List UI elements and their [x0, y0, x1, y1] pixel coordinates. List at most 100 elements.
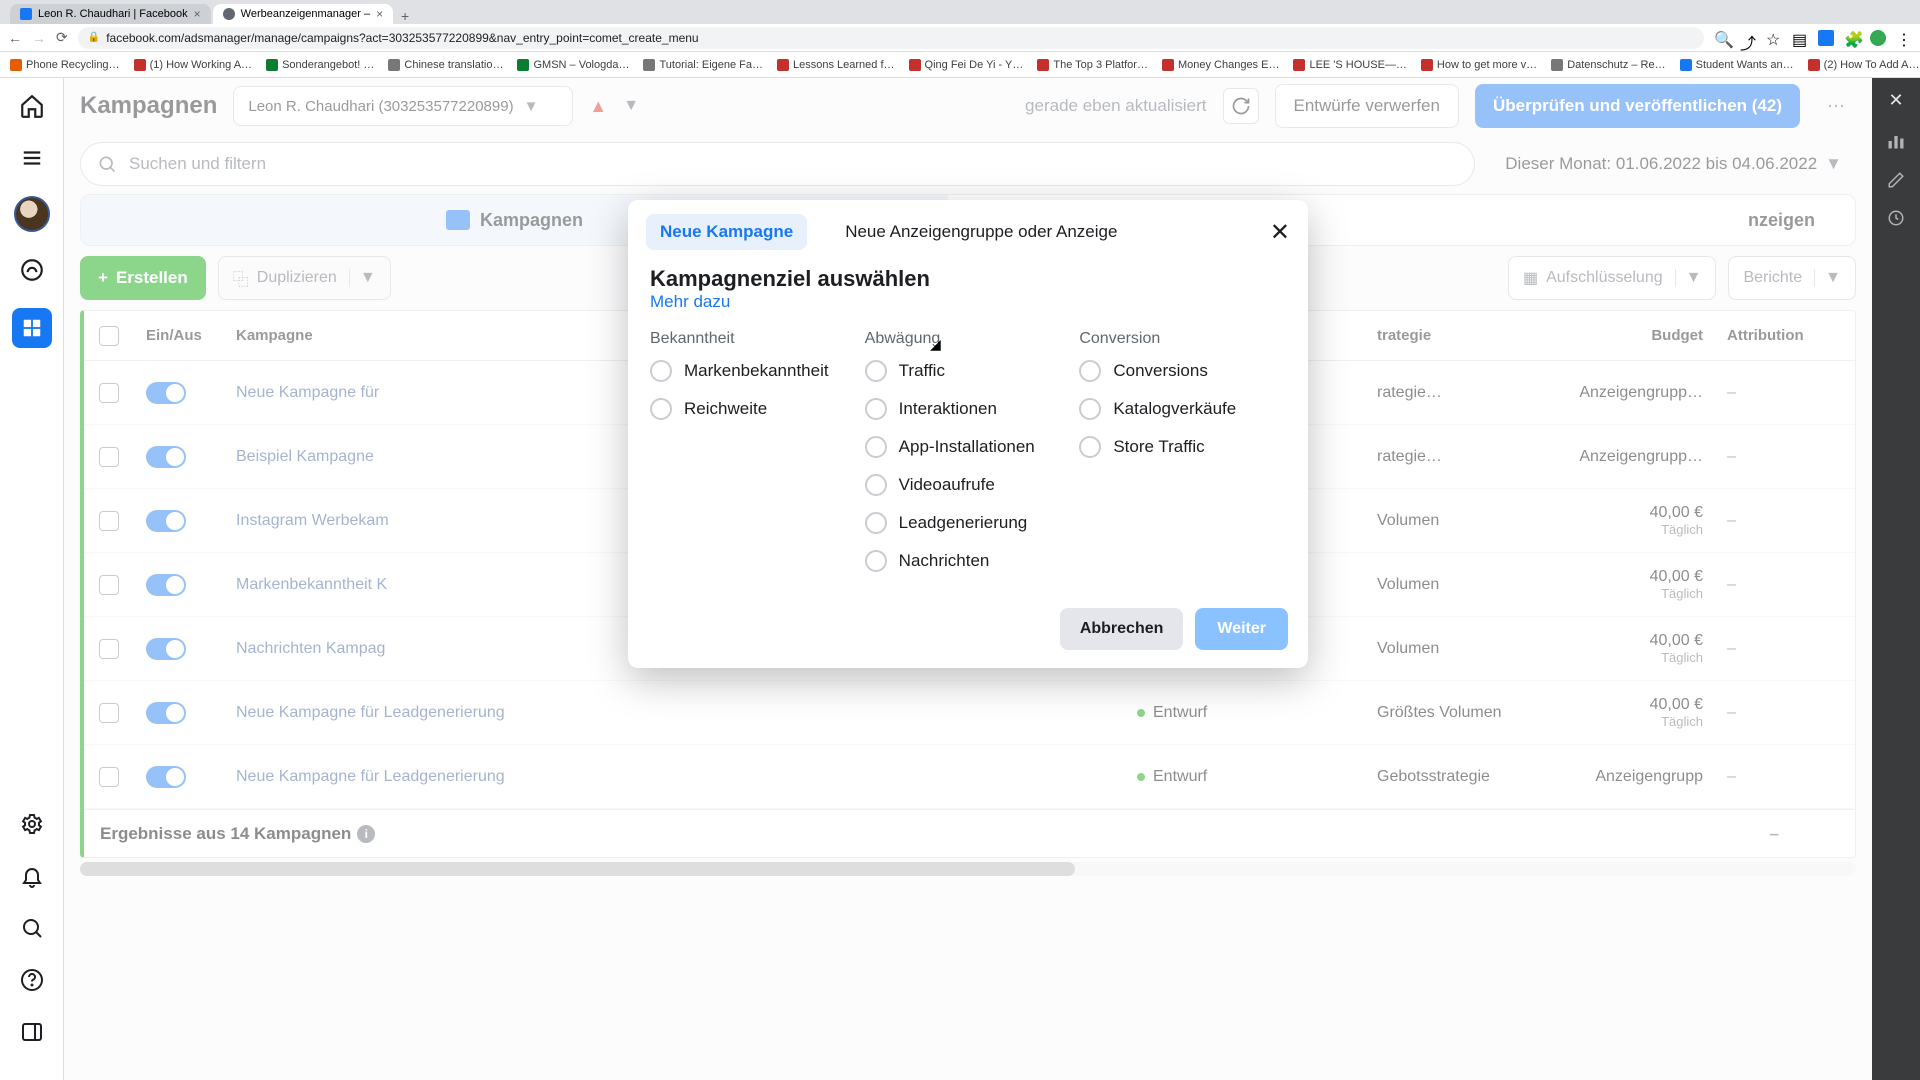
radio-icon [1079, 436, 1101, 458]
forward-icon[interactable]: → [32, 30, 46, 46]
next-button[interactable]: Weiter [1195, 608, 1288, 650]
objective-label: Katalogverkäufe [1113, 399, 1236, 419]
clock-icon[interactable] [1887, 209, 1905, 227]
bookmark-icon [10, 59, 22, 71]
search-icon[interactable] [18, 914, 46, 942]
home-icon[interactable] [18, 92, 46, 120]
bookmark-icon [388, 59, 400, 71]
modal-tab-new-adset[interactable]: Neue Anzeigengruppe oder Anzeige [831, 214, 1131, 250]
bookmark[interactable]: Sonderangebot! … [266, 59, 374, 71]
bookmark[interactable]: Lessons Learned f… [777, 59, 895, 71]
fb-extension-icon[interactable] [1818, 30, 1834, 46]
bookmark-icon [517, 59, 529, 71]
objective-option[interactable]: Videoaufrufe [865, 474, 1072, 496]
objective-option[interactable]: Nachrichten [865, 550, 1072, 572]
bookmark[interactable]: Datenschutz – Re… [1551, 59, 1665, 71]
bookmark-icon [1551, 59, 1563, 71]
bookmark-icon [1808, 59, 1820, 71]
radio-icon [865, 550, 887, 572]
edit-icon[interactable] [1887, 171, 1905, 189]
browser-actions: 🔍 ⤴ ☆ ▤ 🧩 ⋮ [1714, 30, 1912, 46]
browser-tab[interactable]: Leon R. Chaudhari | Facebook × [10, 4, 211, 24]
zoom-icon[interactable]: 🔍 [1714, 30, 1730, 46]
star-icon[interactable]: ☆ [1766, 30, 1782, 46]
bookmark[interactable]: GMSN – Vologda… [517, 59, 629, 71]
tab-title: Leon R. Chaudhari | Facebook [38, 8, 188, 20]
objective-option[interactable]: Conversions [1079, 360, 1286, 382]
list-icon[interactable]: ▤ [1792, 30, 1808, 46]
objective-option[interactable]: Store Traffic [1079, 436, 1286, 458]
bookmark[interactable]: Tutorial: Eigene Fa… [643, 59, 763, 71]
gauge-icon[interactable] [18, 256, 46, 284]
bell-icon[interactable] [18, 862, 46, 890]
kebab-icon[interactable]: ⋮ [1896, 30, 1912, 46]
learn-more-link[interactable]: Mehr dazu [650, 292, 730, 311]
url-text: facebook.com/adsmanager/manage/campaigns… [106, 31, 698, 45]
radio-icon [865, 474, 887, 496]
objective-option[interactable]: App-Installationen [865, 436, 1072, 458]
campaigns-nav-icon[interactable] [12, 308, 52, 348]
objective-column-conversion: Conversion Conversions Katalogverkäufe Sto… [1079, 330, 1286, 588]
bookmark[interactable]: (2) How To Add A… [1808, 59, 1920, 71]
radio-icon [865, 436, 887, 458]
objective-label: Reichweite [684, 399, 767, 419]
bookmark[interactable]: How to get more v… [1421, 59, 1537, 71]
share-icon[interactable]: ⤴ [1740, 30, 1756, 46]
bookmark[interactable]: Chinese translatio… [388, 59, 503, 71]
objective-label: Store Traffic [1113, 437, 1204, 457]
radio-icon [650, 398, 672, 420]
chart-icon[interactable] [1886, 131, 1906, 151]
objective-label: Traffic [899, 361, 945, 381]
puzzle-icon[interactable]: 🧩 [1844, 30, 1860, 46]
hamburger-icon[interactable] [18, 144, 46, 172]
bookmark-icon [1680, 59, 1692, 71]
objective-label: Interaktionen [899, 399, 997, 419]
bookmark[interactable]: Qing Fei De Yi - Y… [909, 59, 1024, 71]
bookmark[interactable]: (1) How Working A… [134, 59, 253, 71]
radio-icon [865, 512, 887, 534]
browser-tabstrip: Leon R. Chaudhari | Facebook × Werbeanze… [0, 0, 1920, 24]
gear-icon[interactable] [18, 810, 46, 838]
back-icon[interactable]: ← [8, 30, 22, 46]
bookmark[interactable]: Phone Recycling… [10, 59, 120, 71]
main-content: Kampagnen Leon R. Chaudhari (30325357722… [64, 78, 1872, 1080]
cursor-icon: ◢ [930, 336, 941, 353]
lock-icon: 🔒 [88, 32, 100, 43]
objective-option[interactable]: Katalogverkäufe [1079, 398, 1286, 420]
browser-tab[interactable]: Werbeanzeigenmanager – × [213, 4, 393, 24]
objective-option[interactable]: Markenbekanntheit [650, 360, 857, 382]
bookmark-icon [266, 59, 278, 71]
modal-tab-new-campaign[interactable]: Neue Kampagne [646, 214, 807, 250]
reload-icon[interactable]: ⟳ [56, 29, 68, 46]
radio-icon [1079, 398, 1101, 420]
objective-option[interactable]: Interaktionen [865, 398, 1072, 420]
radio-icon [650, 360, 672, 382]
close-icon[interactable]: ✕ [1888, 90, 1903, 111]
new-tab-button[interactable]: + [395, 8, 415, 24]
settings-icon [223, 8, 235, 20]
bookmark-icon [909, 59, 921, 71]
objective-option[interactable]: Traffic [865, 360, 1072, 382]
objective-option[interactable]: Reichweite [650, 398, 857, 420]
bookmark[interactable]: Money Changes E… [1162, 59, 1280, 71]
bookmark-icon [1421, 59, 1433, 71]
modal-title: Kampagnenziel auswählen [650, 266, 1286, 292]
account-avatar[interactable] [14, 196, 50, 232]
help-icon[interactable] [18, 966, 46, 994]
objective-option[interactable]: Leadgenerierung [865, 512, 1072, 534]
bookmark[interactable]: Student Wants an… [1680, 59, 1794, 71]
cancel-button[interactable]: Abbrechen [1060, 608, 1184, 650]
panel-icon[interactable] [18, 1018, 46, 1046]
close-icon[interactable]: × [194, 7, 201, 21]
profile-avatar[interactable] [1870, 30, 1886, 46]
close-icon[interactable]: × [376, 7, 383, 21]
create-campaign-modal: Neue Kampagne Neue Anzeigengruppe oder A… [628, 200, 1308, 668]
close-icon[interactable]: ✕ [1270, 218, 1290, 247]
column-head: Bekanntheit [650, 330, 857, 348]
bookmark[interactable]: LEE 'S HOUSE—… [1293, 59, 1406, 71]
column-head: Conversion [1079, 330, 1286, 348]
address-bar[interactable]: 🔒 facebook.com/adsmanager/manage/campaig… [78, 27, 1704, 49]
objective-label: Leadgenerierung [899, 513, 1028, 533]
bookmark[interactable]: The Top 3 Platfor… [1037, 59, 1148, 71]
left-nav-rail [0, 78, 64, 1080]
